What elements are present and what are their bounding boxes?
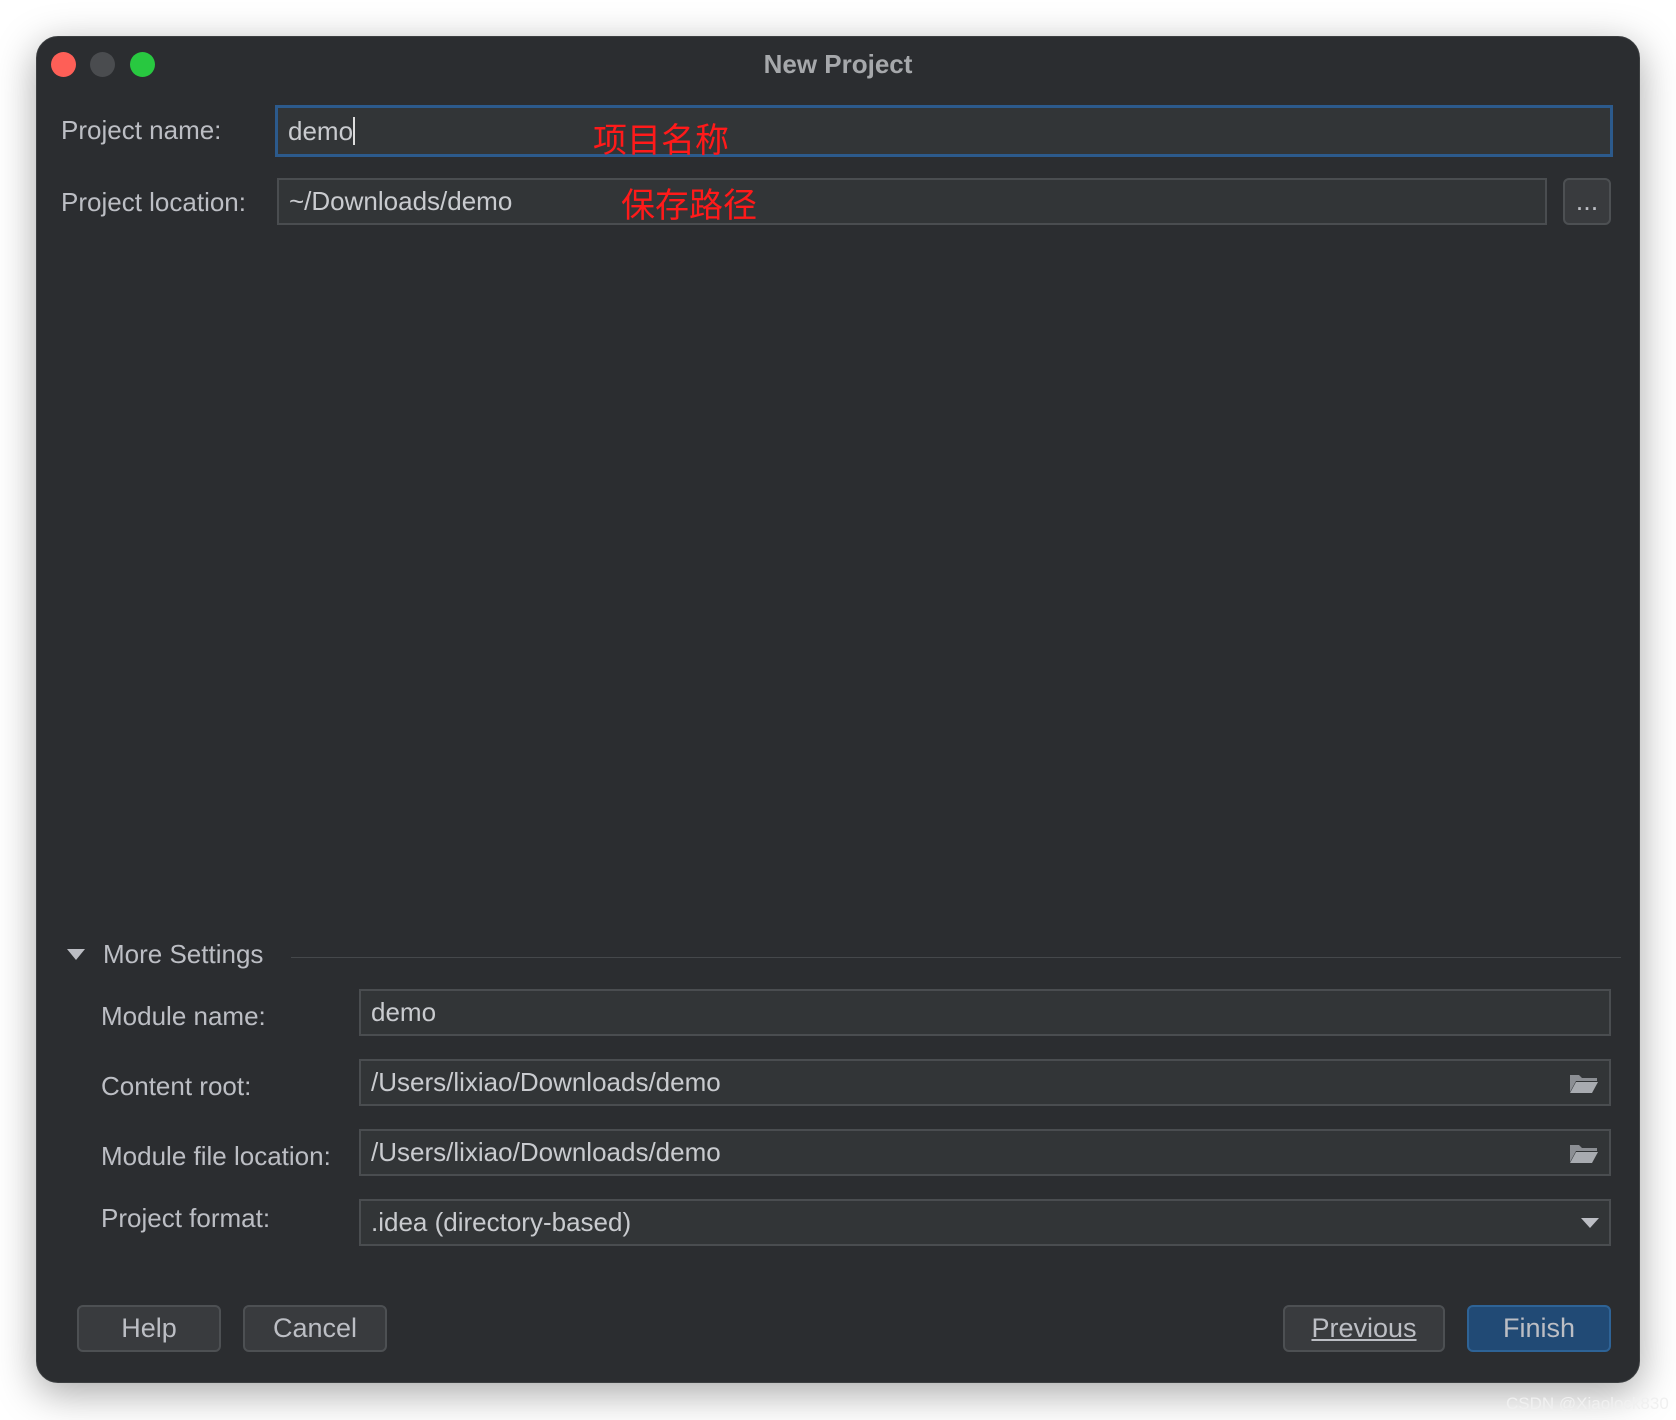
project-format-label: Project format:	[101, 1203, 271, 1233]
finish-label: Finish	[1502, 1313, 1576, 1343]
folder-icon[interactable]	[1569, 1072, 1599, 1094]
project-name-annotation: 项目名称	[593, 121, 729, 161]
previous-button[interactable]: Previous	[1283, 1305, 1445, 1352]
browse-location-button[interactable]: ...	[1563, 178, 1611, 225]
module-file-location-input[interactable]: /Users/lixiao/Downloads/demo	[359, 1129, 1611, 1176]
folder-icon[interactable]	[1569, 1142, 1599, 1164]
new-project-dialog: New Project Project name: demo 项目名称 Proj…	[36, 36, 1640, 1383]
project-name-input[interactable]: demo	[275, 105, 1613, 157]
project-format-select[interactable]: .idea (directory-based)	[359, 1199, 1611, 1246]
module-name-input[interactable]: demo	[359, 989, 1611, 1036]
module-file-location-label: Module file location:	[101, 1141, 331, 1171]
content-root-input[interactable]: /Users/lixiao/Downloads/demo	[359, 1059, 1611, 1106]
cancel-button[interactable]: Cancel	[243, 1305, 387, 1352]
project-location-annotation: 保存路径	[621, 186, 757, 226]
content-root-label: Content root:	[101, 1071, 252, 1101]
project-name-label: Project name:	[61, 115, 222, 145]
project-format-value: .idea (directory-based)	[371, 1207, 632, 1237]
triangle-down-icon[interactable]	[67, 949, 85, 960]
previous-label: Previous	[1311, 1313, 1417, 1343]
divider	[291, 957, 1621, 958]
project-location-input[interactable]: ~/Downloads/demo	[277, 178, 1547, 225]
content-root-value: /Users/lixiao/Downloads/demo	[371, 1067, 721, 1097]
module-name-label: Module name:	[101, 1001, 266, 1031]
module-name-value: demo	[371, 997, 437, 1027]
finish-button[interactable]: Finish	[1467, 1305, 1611, 1352]
watermark: CSDN @Xiaolock830	[1506, 1394, 1669, 1413]
module-file-location-value: /Users/lixiao/Downloads/demo	[371, 1137, 721, 1167]
project-location-label: Project location:	[61, 187, 246, 217]
chevron-down-icon	[1581, 1217, 1599, 1228]
text-cursor	[353, 117, 356, 145]
help-button[interactable]: Help	[77, 1305, 221, 1352]
more-settings-toggle[interactable]: More Settings	[103, 939, 263, 970]
project-name-value: demo	[288, 115, 354, 146]
project-location-value: ~/Downloads/demo	[289, 186, 513, 216]
window-title: New Project	[763, 49, 913, 79]
